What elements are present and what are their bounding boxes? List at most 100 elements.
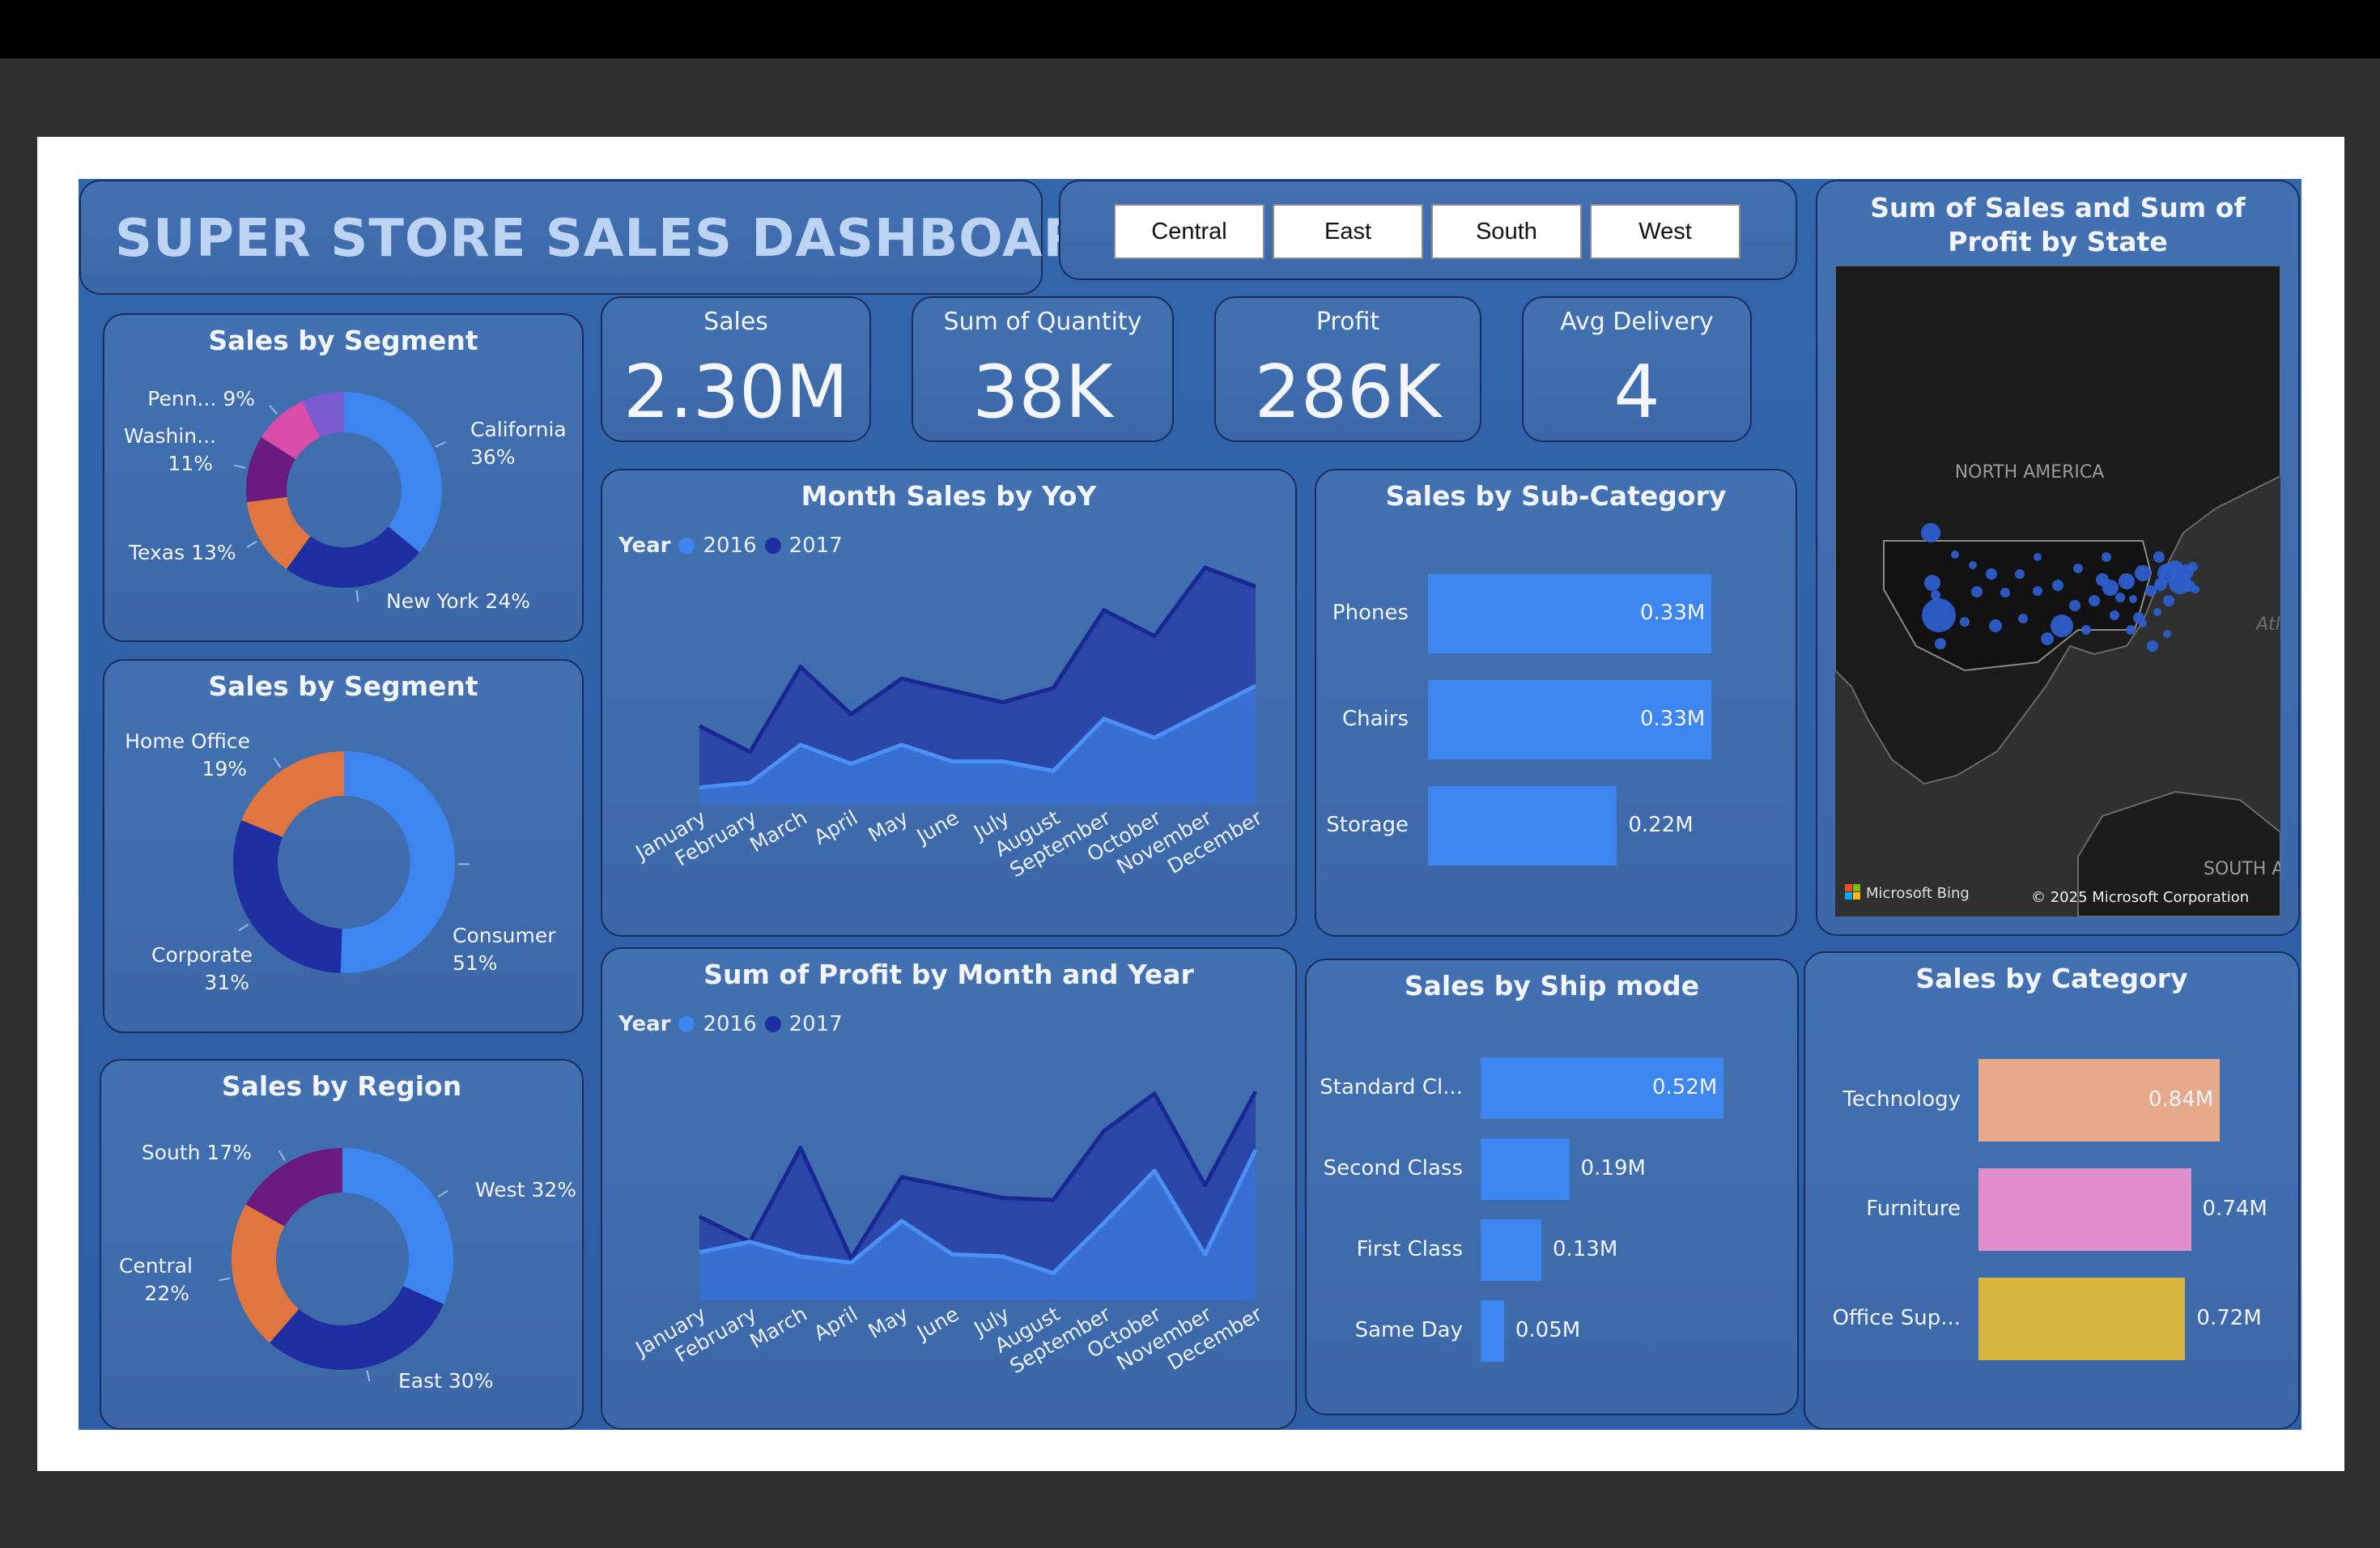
slice-leader-line (238, 923, 249, 932)
donut-slice[interactable] (340, 751, 455, 973)
dashboard-title: SUPER STORE SALES DASHBOARD (115, 209, 1128, 269)
kpi-value: 38K (972, 350, 1113, 435)
bar-value-label: 0.33M (1640, 601, 1706, 625)
map-bubble[interactable] (1924, 575, 1940, 591)
map-label-ocean: Atl (2255, 615, 2280, 635)
region-button-west[interactable]: West (1590, 204, 1740, 259)
map-bubble[interactable] (2139, 619, 2147, 627)
bar-card-sub-category[interactable]: Sales by Sub-Category Phones 0.33M Chairs 0… (1315, 469, 1797, 937)
map-bubble[interactable] (2191, 585, 2199, 593)
bar[interactable] (1481, 1138, 1570, 1200)
map-bubble[interactable] (1935, 638, 1946, 649)
kpi-label: Profit (1315, 308, 1380, 336)
donut-slice[interactable] (344, 392, 442, 553)
bar-value-label: 0.22M (1628, 813, 1694, 837)
map-bubble[interactable] (2129, 595, 2137, 603)
map-bubble[interactable] (2018, 614, 2028, 623)
slice-leader-line (437, 1189, 448, 1198)
map-bubble[interactable] (2034, 553, 2042, 561)
slice-label: East 30% (398, 1369, 493, 1393)
map-view[interactable]: NORTH AMERICA Atl SOUTH A Microsoft Bing… (1835, 266, 2280, 916)
bar-card-ship-mode[interactable]: Sales by Ship mode Standard Cl... 0.52M Se… (1305, 959, 1799, 1415)
map-bubble[interactable] (2163, 595, 2174, 606)
map-bubble[interactable] (2102, 580, 2119, 596)
bar-value-label: 0.52M (1652, 1075, 1718, 1099)
map-bubble[interactable] (2135, 565, 2151, 581)
map-bubble[interactable] (2052, 580, 2063, 591)
area-chart: JanuaryFebruaryMarchApril May June JulyAugu… (631, 565, 1267, 882)
map-bubble[interactable] (2188, 562, 2198, 572)
kpi-value: 4 (1613, 350, 1660, 435)
kpi-label: Sales (703, 308, 768, 336)
map-bubble[interactable] (1971, 586, 1983, 598)
map-bubble[interactable] (2089, 595, 2100, 606)
bar-card-category[interactable]: Sales by Category Technology 0.84M Furnitu… (1804, 951, 2300, 1430)
slice-leader-line (355, 589, 359, 602)
map-bubble[interactable] (2033, 586, 2042, 596)
map-card: Sum of Sales and Sum of Profit by State … (1816, 180, 2300, 936)
slice-label: Home Office (125, 729, 250, 753)
bar[interactable] (1978, 1278, 2186, 1360)
map-bubble[interactable] (2073, 563, 2083, 573)
kpi-card-avg-delivery: Avg Delivery 4 (1522, 296, 1752, 442)
map-bubble[interactable] (2102, 552, 2111, 562)
map-bubble[interactable] (1951, 551, 1959, 559)
bar[interactable] (1978, 1168, 2191, 1251)
chart-title: Sales by Category (1915, 963, 2188, 994)
map-bubble[interactable] (2041, 632, 2054, 645)
map-bubble[interactable] (1986, 568, 1997, 580)
donut-chart: Consumer 51% Corporate 31% Home Office 19% (125, 729, 556, 994)
map-bubble[interactable] (2051, 615, 2073, 637)
area-card-month-profit[interactable]: Sum of Profit by Month and Year Year 201… (601, 947, 1297, 1430)
map-bubble[interactable] (1960, 617, 1970, 627)
x-tick-label: March (746, 1302, 811, 1353)
slice-percent-label: 19% (202, 757, 247, 780)
map-bubble[interactable] (2126, 625, 2136, 635)
slice-percent-label: 51% (453, 951, 498, 975)
donut-card-state[interactable]: Sales by Segment California 36% New York 2… (103, 313, 584, 642)
map-bubble[interactable] (2147, 640, 2158, 652)
x-tick-label: May (865, 1302, 912, 1343)
slice-leader-line (219, 1278, 231, 1282)
area-card-month-sales[interactable]: Month Sales by YoY Year 2016 2017 Januar… (601, 469, 1297, 937)
bar-category-label: Storage (1326, 813, 1409, 837)
map-bubble[interactable] (2115, 593, 2125, 602)
bing-attribution: Microsoft Bing (1866, 885, 1970, 902)
x-tick-label: May (865, 806, 912, 847)
map-bubble[interactable] (1922, 598, 1956, 632)
donut-card-region[interactable]: Sales by Region West 32% East 30% Central 2… (100, 1059, 584, 1430)
bar-category-label: Same Day (1354, 1318, 1463, 1342)
map-bubble[interactable] (1969, 561, 1977, 569)
map-bubble[interactable] (2000, 588, 2010, 598)
title-card: SUPER STORE SALES DASHBOARD (79, 180, 1127, 295)
slice-label: Central (119, 1254, 193, 1278)
donut-slice[interactable] (342, 1148, 453, 1304)
kpi-card-profit: Profit 286K (1214, 296, 1481, 442)
slice-leader-line (269, 405, 278, 415)
map-bubble[interactable] (2069, 600, 2080, 611)
map-bubble[interactable] (1921, 523, 1940, 542)
x-tick-label: April (810, 1302, 861, 1346)
map-bubble[interactable] (2153, 608, 2161, 616)
region-button-east[interactable]: East (1273, 204, 1423, 259)
bar-category-label: Phones (1332, 601, 1409, 625)
map-bubble[interactable] (2153, 551, 2165, 563)
bar[interactable] (1428, 786, 1617, 865)
donut-card-segment[interactable]: Sales by Segment Consumer 51% Corporate 31%… (103, 659, 584, 1033)
map-bubble[interactable] (1989, 619, 2002, 632)
map-bubble[interactable] (2081, 625, 2091, 635)
region-button-central[interactable]: Central (1114, 204, 1264, 259)
region-slicer: Central East South West (1059, 180, 1797, 280)
map-bubble[interactable] (2015, 569, 2025, 579)
map-bubble[interactable] (2163, 630, 2171, 638)
donut-slice[interactable] (270, 1286, 444, 1370)
slice-label: South 17% (142, 1141, 252, 1164)
bar[interactable] (1481, 1300, 1504, 1362)
map-copyright: © 2025 Microsoft Corporation (2031, 889, 2249, 906)
bar[interactable] (1481, 1219, 1541, 1281)
donut-slice[interactable] (241, 751, 344, 837)
slice-label: California (470, 418, 567, 441)
map-bubble[interactable] (2110, 610, 2119, 620)
map-bubble[interactable] (2119, 573, 2135, 589)
region-button-south[interactable]: South (1431, 204, 1582, 259)
